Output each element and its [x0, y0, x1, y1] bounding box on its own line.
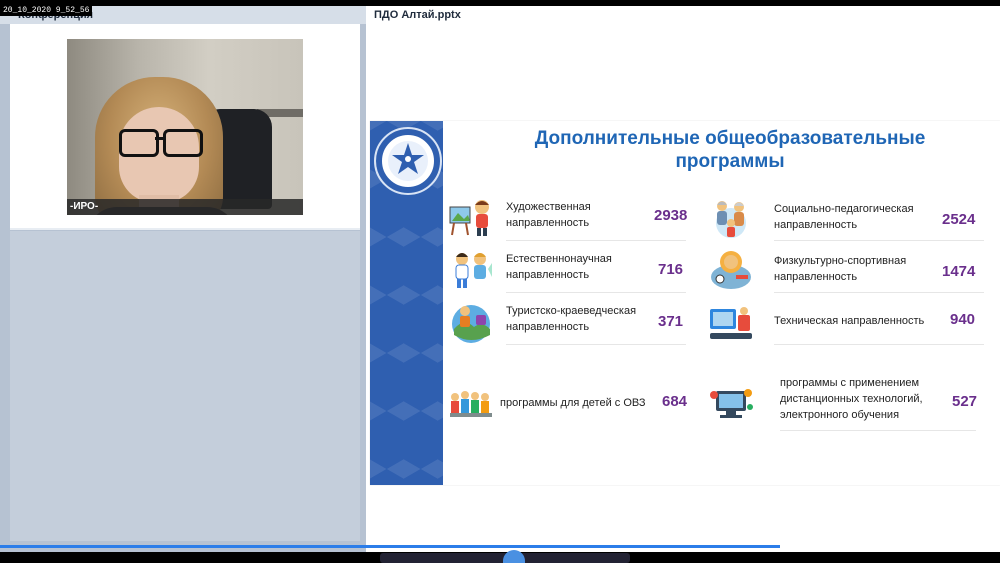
program-label: программы для детей с ОВЗ [500, 397, 646, 409]
program-label: Естественнонаучная направленность [506, 253, 612, 281]
program-count: 1474 [942, 263, 976, 280]
program-label: Социально-педагогическая направленность [774, 203, 914, 231]
sport-icon [708, 249, 754, 291]
conference-panel: Конференция -ИРО- [0, 6, 366, 552]
technics-icon [708, 301, 754, 343]
family-icon [708, 197, 754, 239]
program-item-ovz: программы для детей с ОВЗ 684 [448, 381, 688, 423]
program-count: 371 [658, 313, 684, 330]
program-label: Техническая направленность [774, 315, 925, 327]
slide: Дополнительные общеобразовательные прогр… [370, 121, 1000, 485]
presentation-title: ПДО Алтай.pptx [374, 9, 461, 21]
recording-timestamp: 20_10_2020 9_52_56 [0, 6, 93, 16]
program-item-technics: Техническая направленность 940 [708, 301, 988, 345]
program-label: программы с применением дистанционных те… [780, 377, 923, 421]
glasses [115, 129, 203, 157]
computer-icon [708, 383, 754, 425]
painting-kids-icon [448, 197, 494, 239]
slide-title: Дополнительные общеобразовательные прогр… [480, 127, 980, 173]
program-label: Туристско-краеведческая направленность [506, 305, 637, 333]
program-item-social: Социально-педагогическая направленность … [708, 197, 988, 241]
slide-side-strip [370, 121, 443, 485]
program-count: 940 [950, 311, 976, 328]
participant-name-tag: -ИРО- [67, 199, 303, 215]
science-kids-icon [448, 249, 494, 291]
program-count: 2938 [654, 207, 688, 224]
program-item-science: Естественнонаучная направленность 716 [448, 249, 688, 293]
program-item-art: Художественная направленность 2938 [448, 197, 688, 241]
slide-title-line2: программы [675, 151, 785, 172]
video-panel: -ИРО- [10, 24, 360, 228]
organization-logo [374, 127, 442, 195]
playback-progress-bar[interactable] [0, 545, 780, 548]
program-count: 684 [662, 393, 688, 410]
program-count: 716 [658, 261, 684, 278]
program-label: Художественная направленность [506, 201, 591, 229]
participant-video[interactable]: -ИРО- [67, 39, 303, 215]
presentation-header: ПДО Алтай.pptx [366, 6, 1000, 24]
program-item-sport: Физкультурно-спортивная направленность 1… [708, 249, 988, 293]
presentation-panel: ПДО Алтай.pptx Дополнительные общеобразо… [366, 6, 1000, 552]
program-item-tourism: Туристско-краеведческая направленность 3… [448, 301, 688, 345]
program-item-distance: программы с применением дистанционных те… [708, 375, 988, 431]
tourism-icon [448, 301, 494, 343]
program-label: Физкультурно-спортивная направленность [774, 255, 907, 283]
participant-name: -ИРО- [70, 201, 99, 212]
program-count: 2524 [942, 211, 976, 228]
empty-panel [10, 231, 360, 541]
children-group-icon [448, 383, 494, 425]
slide-title-line1: Дополнительные общеобразовательные [534, 128, 926, 149]
program-count: 527 [952, 393, 978, 410]
panel-divider [10, 228, 360, 230]
